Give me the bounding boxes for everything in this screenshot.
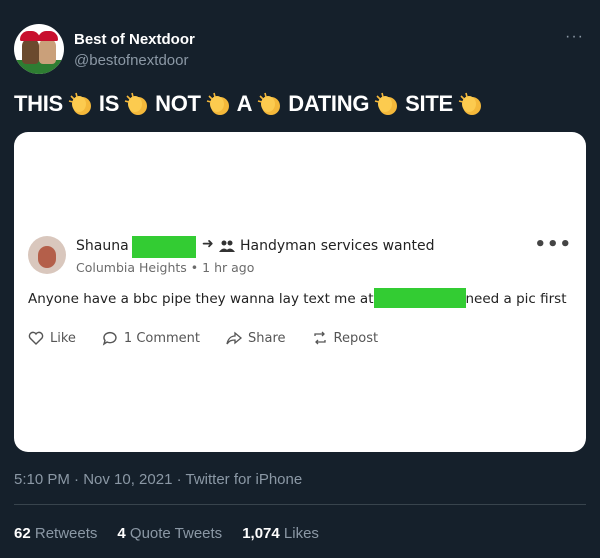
clapping-hands-icon: [206, 92, 229, 115]
quote-tweets-stat[interactable]: 4 Quote Tweets: [117, 525, 222, 542]
post-comment: 1 Comment: [102, 330, 200, 346]
post-actions: Like 1 Comment Share Repost: [28, 330, 378, 346]
post-body-text: need a pic first: [465, 291, 567, 307]
tweet-stats: 62 Retweets 4 Quote Tweets 1,074 Likes: [14, 525, 319, 542]
quotes-label: Quote Tweets: [129, 525, 223, 542]
share-label: Share: [248, 330, 286, 346]
arrow-icon: ➜: [202, 236, 214, 252]
like-label: Like: [50, 330, 76, 346]
tweet-word: NOT: [155, 91, 201, 116]
likes-stat[interactable]: 1,074 Likes: [242, 525, 319, 542]
tweet-header: Best of Nextdoor @bestofnextdoor ···: [14, 24, 586, 76]
redaction-block: [132, 236, 196, 258]
tweet-word: THIS: [14, 91, 63, 116]
share-icon: [226, 331, 243, 345]
comment-icon: [102, 331, 117, 346]
post-author-name: Shauna: [76, 238, 129, 254]
tweet-word: IS: [98, 91, 120, 116]
clapping-hands-icon: [458, 92, 481, 115]
post-repost: Repost: [312, 330, 379, 346]
post-group-name: Handyman services wanted: [240, 238, 435, 254]
clapping-hands-icon: [374, 92, 398, 115]
post-meta: Columbia Heights • 1 hr ago: [76, 260, 255, 275]
post-body-text: Anyone have a bbc pipe they wanna lay te…: [28, 291, 374, 307]
tweet-text: THIS IS NOT A DATING SITE: [14, 90, 586, 118]
retweets-label: Retweets: [34, 525, 98, 542]
ellipsis-icon[interactable]: ···: [565, 28, 584, 46]
repost-label: Repost: [333, 330, 379, 346]
author-handle[interactable]: @bestofnextdoor: [74, 52, 188, 69]
tweet-word: A: [236, 91, 253, 116]
tweet-word: SITE: [405, 91, 453, 116]
heart-icon: [28, 331, 44, 345]
comment-label: 1 Comment: [123, 330, 201, 346]
repost-icon: [313, 331, 326, 345]
post-more-icon: •••: [534, 234, 572, 255]
author-name[interactable]: Best of Nextdoor: [74, 31, 195, 48]
clapping-hands-icon: [258, 92, 281, 115]
clapping-hands-icon: [68, 92, 91, 115]
post-like: Like: [28, 330, 76, 346]
author-avatar[interactable]: [14, 24, 64, 74]
clapping-hands-icon: [124, 92, 148, 115]
retweets-stat[interactable]: 62 Retweets: [14, 525, 97, 542]
retweets-count: 62: [14, 525, 31, 542]
post-author-avatar: [28, 236, 66, 274]
tweet-word: DATING: [288, 91, 370, 116]
likes-count: 1,074: [242, 525, 280, 542]
redaction-block: [373, 288, 466, 308]
post-share: Share: [226, 330, 286, 346]
tweet-timestamp[interactable]: 5:10 PM · Nov 10, 2021 · Twitter for iPh…: [14, 471, 302, 488]
quotes-count: 4: [117, 525, 126, 542]
post-body: Anyone have a bbc pipe they wanna lay te…: [28, 288, 567, 308]
divider: [14, 504, 586, 505]
people-icon: [219, 240, 235, 252]
embedded-image[interactable]: Shauna ➜ Handyman services wanted Columb…: [14, 132, 586, 452]
likes-label: Likes: [283, 525, 319, 542]
